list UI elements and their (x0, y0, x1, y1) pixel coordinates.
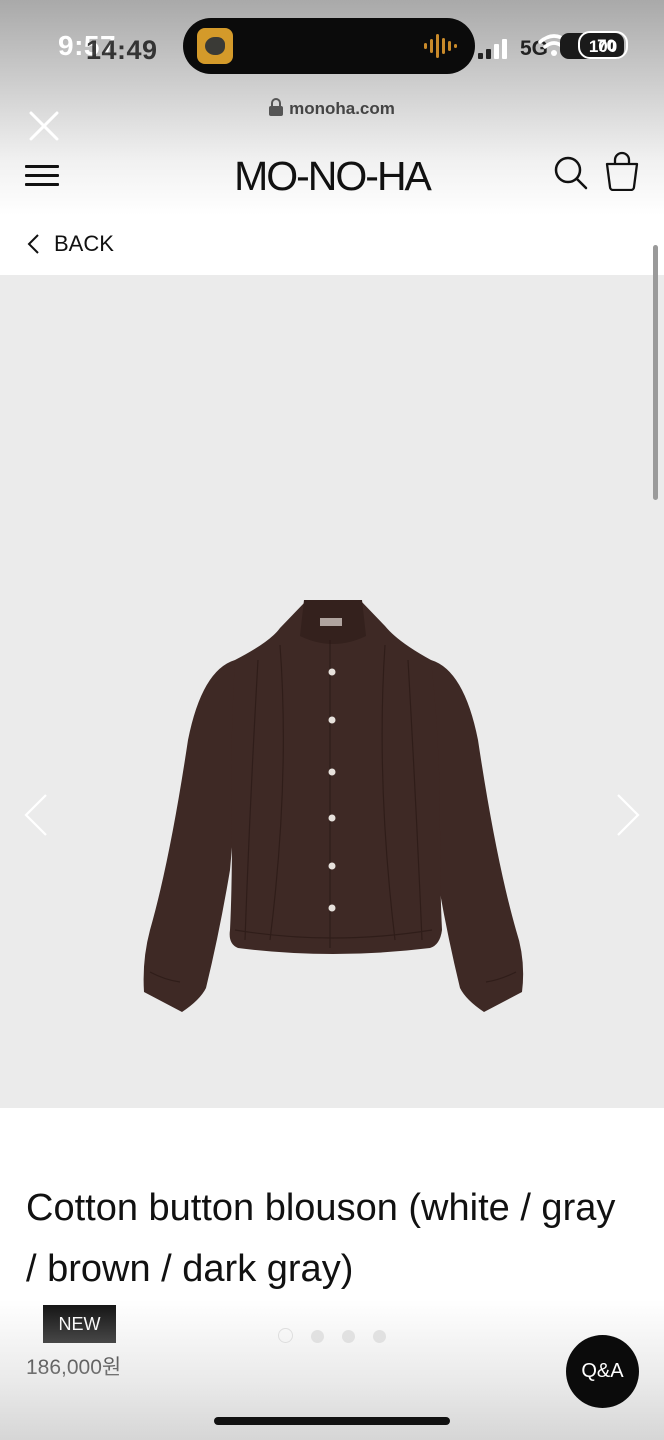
gallery-next-arrow[interactable] (614, 793, 642, 837)
search-icon[interactable] (553, 155, 589, 191)
back-bar: BACK (0, 215, 664, 275)
page-scrollbar[interactable] (653, 245, 658, 500)
battery-indicator: 100 (578, 31, 628, 59)
url-text: monoha.com (289, 99, 395, 118)
qa-button[interactable]: Q&A (566, 1335, 639, 1408)
product-title: Cotton button blouson (white / gray / br… (26, 1187, 616, 1290)
dynamic-island (183, 18, 475, 74)
status-bar: 9:57 14:49 5G 70 100 (0, 0, 664, 95)
lock-icon (269, 98, 284, 116)
status-time-overlay: 14:49 (86, 35, 158, 65)
gallery-pagination[interactable] (0, 1328, 664, 1348)
site-header: MO-NO-HA (0, 145, 664, 215)
home-indicator[interactable] (214, 1417, 450, 1425)
product-gallery[interactable] (0, 275, 664, 1108)
url-bar[interactable]: monoha.com (0, 98, 664, 119)
pagination-dot[interactable] (311, 1330, 324, 1343)
gallery-prev-arrow[interactable] (22, 793, 50, 837)
product-price: 186,000원 (26, 1356, 122, 1379)
pagination-dot[interactable] (278, 1328, 293, 1343)
now-playing-artwork (197, 28, 233, 64)
product-info: Cotton button blouson (white / gray / br… (0, 1108, 664, 1440)
back-label: BACK (54, 231, 114, 256)
product-image (143, 600, 524, 1012)
shopping-bag-icon[interactable] (605, 151, 639, 191)
back-button[interactable]: BACK (26, 231, 114, 257)
audio-wave-icon (424, 34, 457, 58)
cellular-signal-icon (478, 39, 507, 59)
chevron-left-icon (27, 234, 39, 254)
pagination-dot[interactable] (373, 1330, 386, 1343)
pagination-dot[interactable] (342, 1330, 355, 1343)
